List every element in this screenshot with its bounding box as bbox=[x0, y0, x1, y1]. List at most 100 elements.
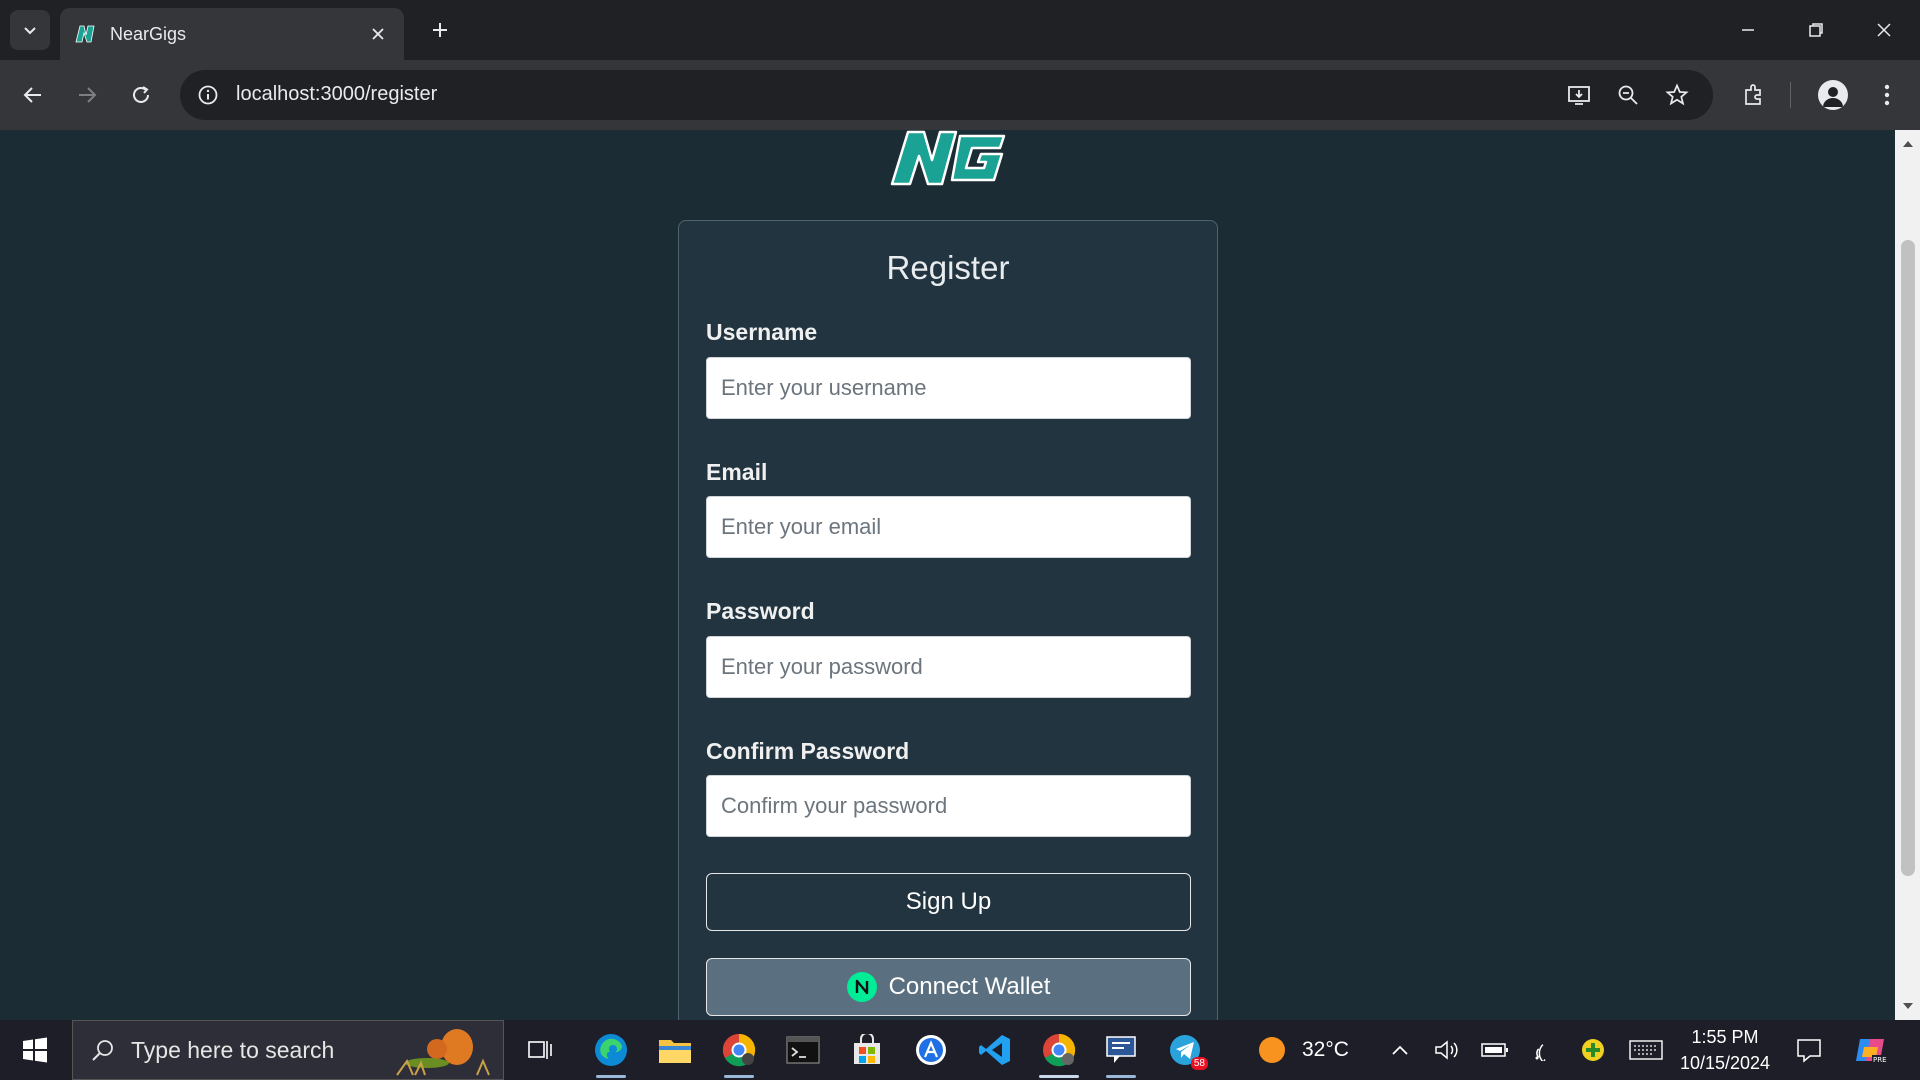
neargigs-favicon-icon bbox=[74, 23, 96, 45]
arrow-right-icon bbox=[79, 87, 97, 103]
close-icon bbox=[1877, 23, 1891, 37]
notifications-icon[interactable] bbox=[1794, 1036, 1824, 1064]
chrome-icon bbox=[722, 1033, 756, 1067]
minimize-button[interactable] bbox=[1724, 6, 1772, 54]
menu-button[interactable] bbox=[1867, 75, 1907, 115]
email-input[interactable] bbox=[706, 496, 1191, 558]
back-button[interactable] bbox=[13, 75, 53, 115]
scroll-down-arrow-icon[interactable] bbox=[1895, 996, 1920, 1016]
browser-tab-strip: NearGigs bbox=[0, 0, 1920, 60]
reload-button[interactable] bbox=[121, 75, 161, 115]
remote-desktop-button[interactable] bbox=[1098, 1028, 1144, 1078]
scrollbar-thumb[interactable] bbox=[1901, 240, 1915, 876]
microsoft-store-button[interactable] bbox=[844, 1028, 890, 1072]
username-label: Username bbox=[706, 319, 818, 345]
url-text[interactable]: localhost:3000/register bbox=[236, 83, 437, 106]
password-label: Password bbox=[706, 598, 815, 624]
active-app-indicator bbox=[1106, 1075, 1136, 1078]
active-app-indicator bbox=[724, 1075, 754, 1078]
chevron-up-icon[interactable] bbox=[1385, 1036, 1415, 1064]
password-input[interactable] bbox=[706, 636, 1191, 698]
site-info-icon[interactable] bbox=[194, 81, 222, 109]
active-app-indicator bbox=[1039, 1075, 1079, 1078]
weather-sun-icon[interactable] bbox=[1255, 1036, 1289, 1064]
page-viewport: Register Username Email Password Confirm… bbox=[0, 130, 1895, 1020]
volume-icon[interactable] bbox=[1432, 1036, 1462, 1064]
keyboard-icon[interactable] bbox=[1628, 1036, 1664, 1064]
reload-icon bbox=[133, 86, 149, 103]
store-icon bbox=[854, 1034, 880, 1064]
wifi-icon[interactable] bbox=[1530, 1036, 1560, 1064]
notification-badge: 58 bbox=[1190, 1057, 1208, 1070]
start-button[interactable] bbox=[10, 1030, 60, 1070]
email-label: Email bbox=[706, 459, 768, 485]
vscode-icon bbox=[979, 1035, 1010, 1065]
battery-icon[interactable] bbox=[1480, 1036, 1510, 1064]
copilot-icon[interactable]: PRE bbox=[1853, 1036, 1889, 1064]
connect-wallet-button[interactable]: Connect Wallet bbox=[706, 958, 1191, 1016]
toolbar-separator bbox=[1790, 82, 1791, 108]
task-view-button[interactable] bbox=[518, 1028, 564, 1072]
terminal-icon bbox=[786, 1036, 820, 1064]
chrome-active-button[interactable] bbox=[1036, 1028, 1082, 1078]
tab-title: NearGigs bbox=[110, 23, 187, 44]
telegram-button[interactable]: 58 bbox=[1162, 1028, 1208, 1072]
confirm-password-input[interactable] bbox=[706, 775, 1191, 837]
chrome-profile-button[interactable] bbox=[716, 1028, 762, 1078]
task-view-icon bbox=[528, 1041, 552, 1059]
active-app-indicator bbox=[596, 1075, 626, 1078]
taskbar-clock[interactable]: 1:55 PM 10/15/2024 bbox=[1670, 1024, 1780, 1076]
near-logo-icon bbox=[846, 972, 877, 1002]
avatar bbox=[1818, 80, 1848, 110]
connect-wallet-label: Connect Wallet bbox=[888, 973, 1051, 1000]
taskbar-search-box[interactable]: Type here to search bbox=[72, 1020, 504, 1080]
sign-up-button[interactable]: Sign Up bbox=[706, 873, 1191, 931]
close-window-button[interactable] bbox=[1860, 6, 1908, 54]
svg-text:PRE: PRE bbox=[1873, 1056, 1887, 1064]
plus-icon bbox=[433, 23, 447, 37]
browser-toolbar: localhost:3000/register bbox=[0, 60, 1920, 130]
profile-button[interactable] bbox=[1813, 75, 1853, 115]
restore-button[interactable] bbox=[1792, 6, 1840, 54]
confirm-password-label: Confirm Password bbox=[706, 738, 910, 764]
forward-button[interactable] bbox=[67, 75, 107, 115]
clock-time: 1:55 PM bbox=[1691, 1027, 1759, 1047]
file-explorer-button[interactable] bbox=[652, 1028, 698, 1072]
chevron-down-icon bbox=[24, 27, 36, 35]
clock-date: 10/15/2024 bbox=[1679, 1053, 1771, 1073]
app-tray-icon[interactable] bbox=[1578, 1036, 1608, 1064]
app-store-icon bbox=[916, 1035, 946, 1065]
address-bar[interactable]: localhost:3000/register bbox=[180, 70, 1713, 120]
minimize-icon bbox=[1742, 29, 1754, 31]
username-input[interactable] bbox=[706, 357, 1191, 419]
app-store-button[interactable] bbox=[908, 1028, 954, 1072]
chat-window-icon bbox=[1106, 1036, 1136, 1063]
install-app-icon[interactable] bbox=[1563, 79, 1595, 111]
search-icon bbox=[92, 1040, 113, 1061]
new-tab-button[interactable] bbox=[424, 14, 456, 46]
vscode-button[interactable] bbox=[972, 1028, 1018, 1072]
person-icon bbox=[1823, 87, 1843, 107]
restore-icon bbox=[1809, 23, 1823, 37]
close-tab-icon[interactable] bbox=[366, 22, 390, 46]
squirrel-illustration-icon bbox=[396, 1029, 490, 1076]
sign-up-label: Sign Up bbox=[905, 888, 992, 915]
zoom-icon[interactable] bbox=[1612, 79, 1644, 111]
page-scrollbar[interactable] bbox=[1895, 130, 1920, 1020]
extensions-icon[interactable] bbox=[1734, 75, 1774, 115]
weather-temperature[interactable]: 32°C bbox=[1302, 1038, 1349, 1062]
terminal-button[interactable] bbox=[780, 1028, 826, 1072]
tab-search-button[interactable] bbox=[10, 10, 50, 50]
page-title: Register bbox=[886, 249, 1010, 286]
taskbar-search-placeholder: Type here to search bbox=[131, 1036, 335, 1063]
scroll-up-arrow-icon[interactable] bbox=[1895, 134, 1920, 154]
folder-icon bbox=[659, 1040, 691, 1063]
arrow-left-icon bbox=[23, 87, 41, 103]
bookmark-star-icon[interactable] bbox=[1661, 79, 1693, 111]
windows-logo-icon bbox=[23, 1037, 47, 1063]
kebab-menu-icon bbox=[1884, 84, 1890, 106]
register-card: Register Username Email Password Confirm… bbox=[678, 220, 1218, 1020]
edge-app-button[interactable] bbox=[588, 1028, 634, 1078]
browser-tab[interactable]: NearGigs bbox=[60, 8, 404, 60]
neargigs-logo bbox=[886, 130, 1016, 190]
